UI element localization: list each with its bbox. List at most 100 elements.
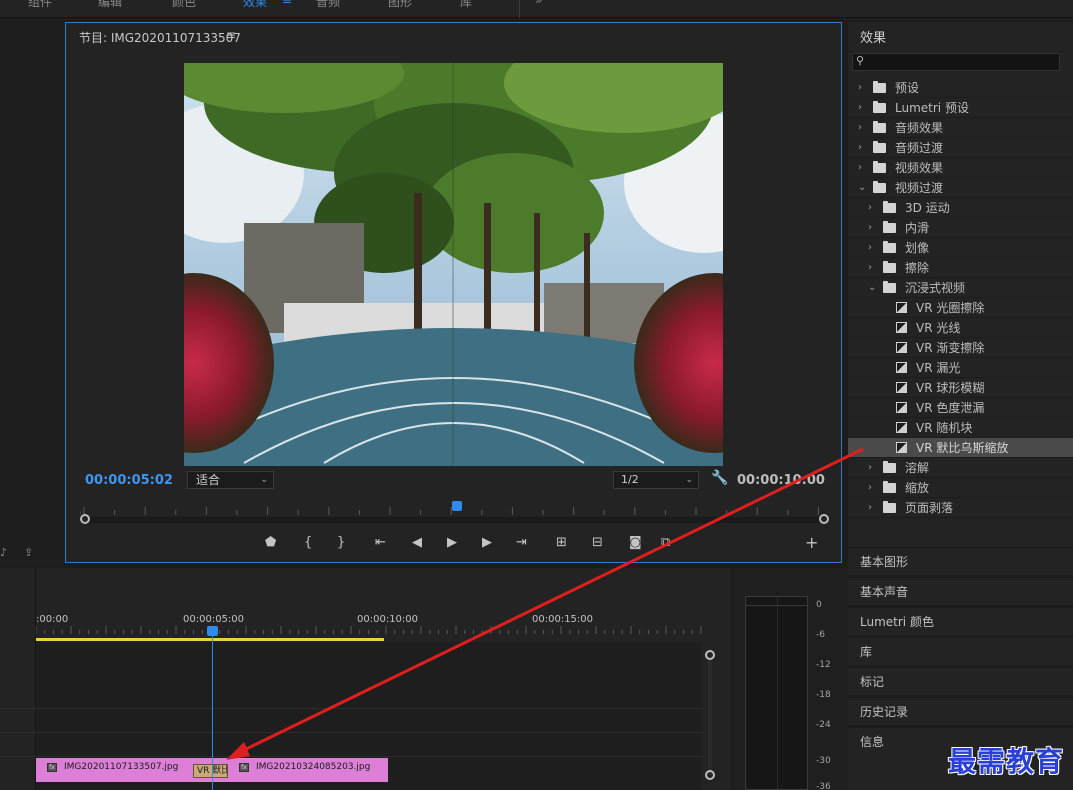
compare-icon[interactable]: ⧉	[661, 535, 670, 550]
go-to-out-icon[interactable]: ⇥	[516, 535, 527, 550]
transition-clip[interactable]: VR 默比	[193, 764, 228, 778]
folder-item[interactable]: › 内滑	[848, 218, 1073, 238]
chevron-right-icon[interactable]: ›	[858, 78, 862, 98]
chevron-right-icon[interactable]: ›	[868, 258, 872, 278]
in-point-icon[interactable]: {	[304, 535, 312, 550]
timeline-ruler-ticks[interactable]	[36, 626, 702, 634]
wrench-icon[interactable]: 🔧	[711, 470, 728, 486]
watermark-logo: 最需教育	[948, 745, 1065, 778]
tree-item-label: 预设	[895, 81, 920, 95]
chevron-right-icon[interactable]: ›	[868, 458, 872, 478]
effect-item[interactable]: VR 漏光	[848, 358, 1073, 378]
workspace-tab-graphics[interactable]: 图形	[388, 0, 412, 10]
meter-label: -24	[816, 720, 831, 730]
menu-icon[interactable]: ≡	[226, 28, 236, 42]
effect-item[interactable]: VR 球形模糊	[848, 378, 1073, 398]
effect-item[interactable]: VR 默比乌斯缩放	[848, 438, 1073, 458]
panel-lumetri-color[interactable]: Lumetri 颜色	[848, 607, 1073, 635]
tree-item-label: 擦除	[905, 261, 930, 275]
workspace-menu-icon[interactable]: ≡	[282, 0, 292, 7]
timeline-panel: :00:00 00:00:05:00 00:00:10:00 00:00:15:…	[0, 568, 730, 790]
resolution-select[interactable]: 1/2 ⌄	[613, 471, 699, 489]
folder-item[interactable]: ⌄ 沉浸式视频	[848, 278, 1073, 298]
overwrite-icon[interactable]: ⊟	[592, 535, 603, 550]
panel-essential-graphics[interactable]: 基本图形	[848, 547, 1073, 575]
meter-label: -6	[816, 630, 825, 640]
overflow-icon[interactable]: »	[535, 0, 542, 7]
scroll-handle-top[interactable]	[705, 650, 715, 660]
folder-item[interactable]: › 3D 运动	[848, 198, 1073, 218]
go-to-in-icon[interactable]: ⇤	[375, 535, 386, 550]
insert-icon[interactable]: ⊞	[556, 535, 567, 550]
folder-item[interactable]: › 缩放	[848, 478, 1073, 498]
tree-item-label: 缩放	[905, 481, 930, 495]
chevron-right-icon[interactable]: ›	[858, 138, 862, 158]
chevron-right-icon[interactable]: ›	[868, 478, 872, 498]
effects-search-input[interactable]: ⚲	[852, 53, 1060, 71]
folder-item[interactable]: › 预设	[848, 78, 1073, 98]
tree-item-label: VR 球形模糊	[916, 381, 985, 395]
chevron-right-icon[interactable]: ›	[858, 98, 862, 118]
folder-item[interactable]: › 音频效果	[848, 118, 1073, 138]
folder-item[interactable]: › 视频效果	[848, 158, 1073, 178]
folder-item[interactable]: › Lumetri 预设	[848, 98, 1073, 118]
scrub-end-handle[interactable]	[819, 514, 829, 524]
workspace-tab-libraries[interactable]: 库	[460, 0, 472, 10]
effect-item[interactable]: VR 随机块	[848, 418, 1073, 438]
folder-item[interactable]: ⌄ 视频过渡	[848, 178, 1073, 198]
export-icon[interactable]: ⇪	[24, 546, 33, 559]
step-back-icon[interactable]: ◀︎	[412, 535, 422, 550]
chevron-right-icon[interactable]: ›	[868, 498, 872, 518]
audio-icon[interactable]: ♪	[0, 546, 7, 559]
scrub-start-handle[interactable]	[80, 514, 90, 524]
effect-item[interactable]: VR 渐变擦除	[848, 338, 1073, 358]
meter-label: -18	[816, 690, 831, 700]
monitor-scrub-bar[interactable]	[80, 517, 825, 523]
play-icon[interactable]: ▶	[447, 535, 457, 550]
folder-item[interactable]: › 划像	[848, 238, 1073, 258]
timeline-playhead[interactable]	[207, 626, 218, 636]
effect-icon	[896, 442, 907, 453]
folder-item[interactable]: › 溶解	[848, 458, 1073, 478]
tree-item-label: 音频过渡	[895, 141, 944, 155]
panel-markers[interactable]: 标记	[848, 667, 1073, 695]
panel-libraries[interactable]: 库	[848, 637, 1073, 665]
effect-item[interactable]: VR 色度泄漏	[848, 398, 1073, 418]
chevron-right-icon[interactable]: ›	[858, 118, 862, 138]
zoom-select[interactable]: 适合 ⌄	[187, 471, 274, 489]
marker-icon[interactable]: ⬟	[265, 535, 276, 550]
timeline-vertical-scrollbar[interactable]	[705, 650, 715, 780]
folder-item[interactable]: › 页面剥落	[848, 498, 1073, 518]
monitor-playhead[interactable]	[452, 501, 462, 511]
chevron-right-icon[interactable]: ›	[858, 158, 862, 178]
panel-history[interactable]: 历史记录	[848, 697, 1073, 725]
folder-item[interactable]: › 擦除	[848, 258, 1073, 278]
work-area-bar[interactable]	[36, 638, 384, 641]
chevron-right-icon[interactable]: ›	[868, 218, 872, 238]
workspace-tab-assembly[interactable]: 组件	[28, 0, 52, 10]
workspace-tab-editing[interactable]: 编辑	[98, 0, 122, 10]
workspace-tab-effects[interactable]: 效果	[243, 0, 267, 10]
scroll-track[interactable]	[708, 660, 712, 775]
workspace-tab-color[interactable]: 颜色	[172, 0, 196, 10]
out-point-icon[interactable]: }	[337, 535, 345, 550]
premiere-workspace: 组件 编辑 颜色 效果 ≡ 音频 图形 库 » ♪ ⇪ 节目: IMG20201…	[0, 0, 1073, 790]
effect-item[interactable]: VR 光圈擦除	[848, 298, 1073, 318]
camera-icon[interactable]: ◙	[629, 535, 642, 550]
chevron-right-icon[interactable]: ›	[868, 238, 872, 258]
effect-item[interactable]: VR 光线	[848, 318, 1073, 338]
chevron-down-icon[interactable]: ⌄	[858, 178, 866, 198]
chevron-right-icon[interactable]: ›	[868, 198, 872, 218]
tree-item-label: 溶解	[905, 461, 930, 475]
step-forward-icon[interactable]: ▶︎	[482, 535, 492, 550]
scroll-handle-bottom[interactable]	[705, 770, 715, 780]
current-timecode[interactable]: 00:00:05:02	[85, 473, 173, 488]
effect-icon	[896, 302, 907, 313]
add-icon[interactable]: +	[805, 533, 818, 552]
chevron-down-icon[interactable]: ⌄	[868, 278, 876, 298]
panel-essential-sound[interactable]: 基本声音	[848, 577, 1073, 605]
source-panel-edge: ♪ ⇪	[0, 20, 64, 565]
folder-item[interactable]: › 音频过渡	[848, 138, 1073, 158]
tree-item-label: VR 渐变擦除	[916, 341, 985, 355]
workspace-tab-audio[interactable]: 音频	[316, 0, 340, 10]
